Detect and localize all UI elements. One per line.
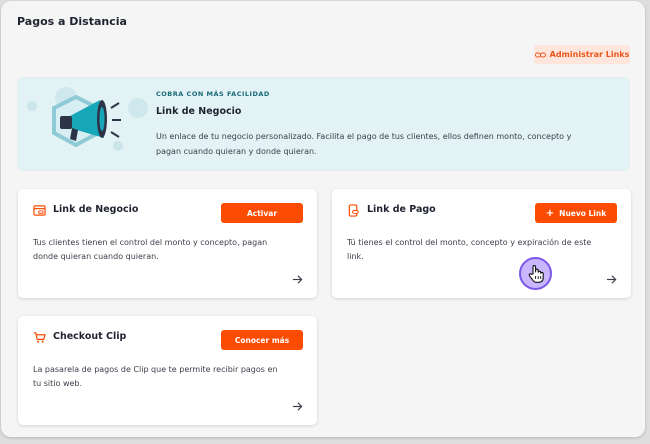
banner-eyebrow: COBRA CON MÁS FACILIDAD <box>156 90 270 98</box>
card-title: Link de Pago <box>367 204 436 215</box>
learn-more-button[interactable]: Conocer más <box>221 330 303 350</box>
card-description: Tus clientes tienen el control del monto… <box>33 236 267 264</box>
card-description: Tú tienes el control del monto, concepto… <box>347 236 591 264</box>
card-description-line: donde quieran cuando quieran. <box>33 252 159 261</box>
arrow-right-icon[interactable] <box>292 401 303 412</box>
learn-more-button-label: Conocer más <box>234 335 290 345</box>
cart-icon <box>33 332 46 343</box>
phone-link-icon <box>348 204 359 217</box>
storefront-link-icon <box>33 205 46 216</box>
arrow-right-icon[interactable] <box>606 274 617 285</box>
payment-link-card[interactable]: Link de Pago + Nuevo Link Tú tienes el c… <box>332 189 631 298</box>
card-description-line: tu sitio web. <box>33 379 83 388</box>
card-description-line: Tus clientes tienen el control del monto… <box>33 238 268 247</box>
megaphone-illustration <box>27 87 148 151</box>
hand-cursor-highlight <box>519 257 552 290</box>
manage-links-button[interactable]: Administrar Links <box>534 45 630 64</box>
card-description-line: link. <box>347 252 364 261</box>
link-icon <box>534 52 546 57</box>
arrow-right-icon[interactable] <box>292 274 303 285</box>
checkout-card[interactable]: Checkout Clip Conocer más La pasarela de… <box>18 316 317 425</box>
new-link-button[interactable]: + Nuevo Link <box>535 203 617 223</box>
page-title: Pagos a Distancia <box>17 15 127 28</box>
banner-description-line: pagan cuando quieran y donde quieran. <box>156 147 317 156</box>
card-description: La pasarela de pagos de Clip que te perm… <box>33 363 277 391</box>
card-title: Checkout Clip <box>53 331 127 342</box>
activate-button-label: Activar <box>246 208 278 218</box>
card-title: Link de Negocio <box>53 204 139 215</box>
business-link-card[interactable]: Link de Negocio Activar Tus clientes tie… <box>18 189 317 298</box>
plus-icon: + <box>545 207 555 219</box>
app-window: Pagos a Distancia Administrar Links COBR… <box>1 1 645 437</box>
new-link-button-label: Nuevo Link <box>559 208 607 218</box>
card-description-line: Tú tienes el control del monto, concepto… <box>347 238 592 247</box>
banner-description: Un enlace de tu negocio personalizado. F… <box>156 129 616 159</box>
banner-title: Link de Negocio <box>156 106 242 117</box>
card-description-line: La pasarela de pagos de Clip que te perm… <box>33 365 278 374</box>
promo-banner: COBRA CON MÁS FACILIDAD Link de Negocio … <box>18 78 629 170</box>
activate-button[interactable]: Activar <box>221 203 303 223</box>
hand-cursor-icon <box>528 264 544 283</box>
manage-links-label: Administrar Links <box>549 50 630 59</box>
banner-description-line: Un enlace de tu negocio personalizado. F… <box>156 132 572 141</box>
